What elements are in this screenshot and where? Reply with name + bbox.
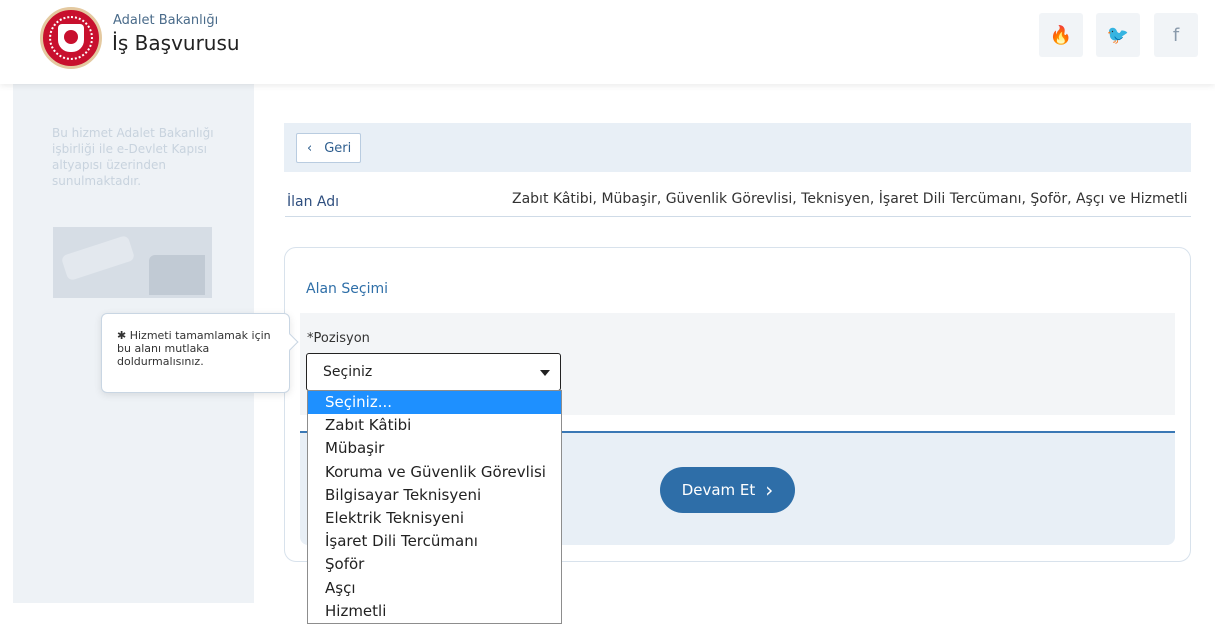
caret-down-icon (540, 370, 550, 376)
position-dropdown-list[interactable]: Seçiniz... Zabıt Kâtibi Mübaşir Koruma v… (307, 390, 562, 624)
header: Adalet Bakanlığı İş Başvurusu 🔥 🐦 f (0, 0, 1215, 84)
facebook-button[interactable]: f (1154, 13, 1198, 57)
position-label: *Pozisyon (307, 331, 370, 346)
ilan-divider (285, 216, 1191, 217)
sidebar-image (53, 227, 212, 298)
dropdown-option[interactable]: Zabıt Kâtibi (308, 414, 561, 437)
logo-scales-icon (58, 24, 84, 52)
dropdown-option[interactable]: Koruma ve Güvenlik Görevlisi (308, 461, 561, 484)
section-title: Alan Seçimi (306, 281, 388, 297)
app-title: İş Başvurusu (112, 31, 240, 55)
dropdown-option[interactable]: Elektrik Teknisyeni (308, 507, 561, 530)
twitter-button[interactable]: 🐦 (1096, 13, 1140, 57)
continue-button-label: Devam Et (681, 481, 756, 499)
org-name: Adalet Bakanlığı (113, 13, 219, 28)
ilan-label: İlan Adı (287, 194, 340, 210)
dropdown-option[interactable]: Bilgisayar Teknisyeni (308, 484, 561, 507)
chevron-right-icon: › (765, 478, 774, 502)
fire-button[interactable]: 🔥 (1039, 13, 1083, 57)
dropdown-option[interactable]: Hizmetli (308, 600, 561, 623)
back-button[interactable]: ‹ Geri (296, 133, 361, 163)
dropdown-option[interactable]: Seçiniz... (308, 391, 561, 415)
image-hand-shape (60, 234, 136, 282)
twitter-icon: 🐦 (1106, 24, 1130, 46)
back-button-label: Geri (324, 140, 352, 156)
continue-button[interactable]: Devam Et › (660, 467, 795, 513)
sidebar-notice: Bu hizmet Adalet Bakanlığı işbirliği ile… (52, 126, 214, 188)
dropdown-option[interactable]: Aşçı (308, 577, 561, 600)
dropdown-option[interactable]: İşaret Dili Tercümanı (308, 530, 561, 553)
dropdown-option[interactable]: Şoför (308, 553, 561, 576)
fire-icon: 🔥 (1049, 24, 1073, 46)
chevron-left-icon: ‹ (307, 140, 313, 156)
ministry-logo[interactable] (40, 7, 102, 69)
required-field-tooltip: ✱ Hizmeti tamamlamak için bu alanı mutla… (101, 313, 299, 393)
ilan-value: Zabıt Kâtibi, Mübaşir, Güvenlik Görevlis… (512, 191, 1188, 207)
dropdown-option[interactable]: Mübaşir (308, 437, 561, 460)
back-bar: ‹ Geri (284, 123, 1191, 172)
position-select[interactable]: Seçiniz (306, 353, 561, 391)
position-select-value: Seçiniz (323, 364, 373, 380)
image-device-shape (149, 255, 205, 295)
tooltip-text: ✱ Hizmeti tamamlamak için bu alanı mutla… (117, 329, 271, 368)
facebook-icon: f (1172, 24, 1180, 46)
